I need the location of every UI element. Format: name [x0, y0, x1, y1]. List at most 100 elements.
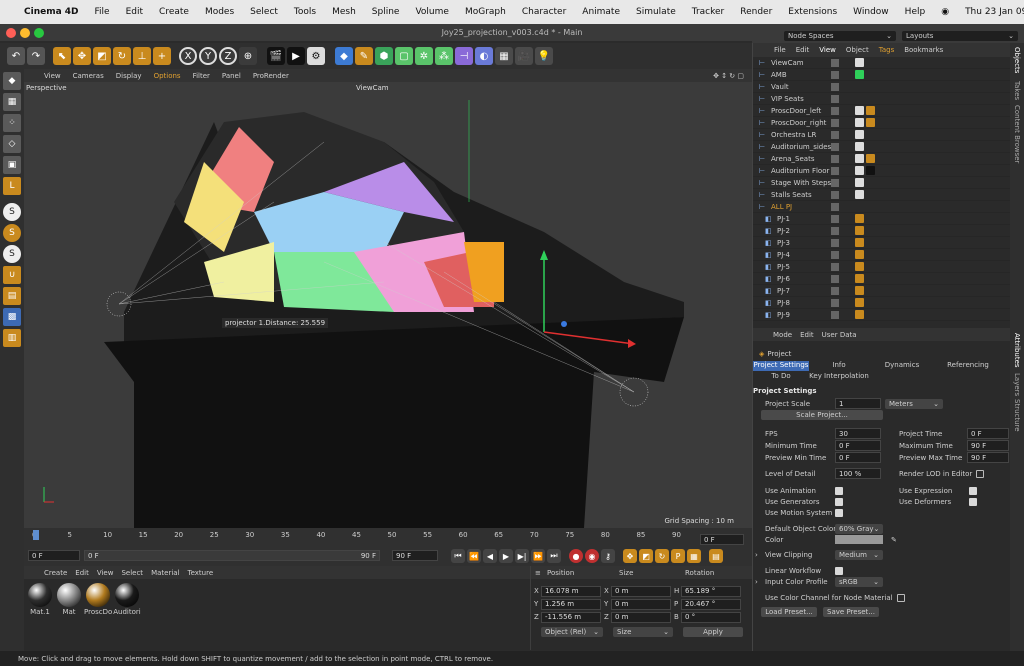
mat-menu-edit[interactable]: Edit	[71, 569, 93, 577]
object-tag-icon[interactable]	[855, 70, 864, 79]
menu-tracker[interactable]: Tracker	[684, 7, 732, 17]
minimize-window-icon[interactable]	[20, 28, 30, 38]
range-slider[interactable]: 0 F 90 F	[84, 550, 380, 561]
object-tag-icon[interactable]	[855, 298, 864, 307]
object-row[interactable]: ◧ PJ-8	[753, 297, 1010, 309]
mat-menu-texture[interactable]: Texture	[184, 569, 218, 577]
use-color-channel-checkbox[interactable]	[896, 593, 905, 602]
object-row[interactable]: ◧ PJ-5	[753, 261, 1010, 273]
rotation-b-field[interactable]: 0 °	[681, 611, 741, 623]
object-row[interactable]: ◧ PJ-7	[753, 285, 1010, 297]
render-view-icon[interactable]: 🎬	[267, 47, 285, 65]
object-tag-icon[interactable]	[866, 106, 875, 115]
menu-mesh[interactable]: Mesh	[324, 7, 364, 17]
object-tag-icon[interactable]	[855, 166, 864, 175]
tab-content-browser[interactable]: Content Browser	[1013, 105, 1021, 163]
menu-mograph[interactable]: MoGraph	[457, 7, 514, 17]
visibility-toggle[interactable]	[831, 226, 839, 235]
object-tag-icon[interactable]	[855, 118, 864, 127]
object-tag-icon[interactable]	[855, 154, 864, 163]
app-menu[interactable]: Cinema 4D	[16, 7, 87, 17]
menu-character[interactable]: Character	[514, 7, 574, 17]
tab-todo[interactable]: To Do	[753, 372, 809, 382]
min-time-field[interactable]: 0 F	[835, 440, 881, 451]
prev-key-icon[interactable]: ⏪	[467, 549, 481, 563]
move-tool-icon[interactable]: ✥	[73, 47, 91, 65]
object-row[interactable]: ⊢ ProscDoor_right	[753, 117, 1010, 129]
mat-menu-view[interactable]: View	[93, 569, 118, 577]
subdivision-icon[interactable]: ⬢	[375, 47, 393, 65]
menu-simulate[interactable]: Simulate	[628, 7, 684, 17]
object-row[interactable]: ⊢ Auditorium_sides	[753, 141, 1010, 153]
visibility-toggle[interactable]	[831, 298, 839, 307]
visibility-toggle[interactable]	[831, 154, 839, 163]
use-animation-checkbox[interactable]	[835, 486, 843, 495]
tab-takes[interactable]: Takes	[1013, 81, 1021, 100]
quantize-icon[interactable]: S	[3, 245, 21, 263]
use-expression-checkbox[interactable]	[969, 486, 977, 495]
visibility-toggle[interactable]	[831, 178, 839, 187]
expand-icon[interactable]: ›	[753, 578, 765, 586]
cloner-icon[interactable]: ✲	[415, 47, 433, 65]
object-tag-icon[interactable]	[855, 274, 864, 283]
object-tag-icon[interactable]	[855, 142, 864, 151]
keyframe-selection-icon[interactable]: ⚷	[601, 549, 615, 563]
close-window-icon[interactable]	[6, 28, 16, 38]
points-mode-icon[interactable]: ⁘	[3, 114, 21, 132]
vp-menu-display[interactable]: Display	[110, 72, 148, 80]
mat-menu-select[interactable]: Select	[117, 569, 147, 577]
mat-menu-material[interactable]: Material	[147, 569, 183, 577]
menu-edit[interactable]: Edit	[118, 7, 151, 17]
scale-field[interactable]: 1	[835, 398, 881, 409]
tab-objects[interactable]: Objects	[1013, 47, 1021, 73]
visibility-toggle[interactable]	[831, 274, 839, 283]
object-row[interactable]: ◧ PJ-4	[753, 249, 1010, 261]
menu-spline[interactable]: Spline	[364, 7, 408, 17]
key-scale-icon[interactable]: ◩	[639, 549, 653, 563]
object-row[interactable]: ⊢ VIP Seats	[753, 93, 1010, 105]
x-axis-lock-icon[interactable]: X	[179, 47, 197, 65]
rotation-p-field[interactable]: 20.467 °	[681, 598, 741, 610]
color-swatch[interactable]	[835, 535, 883, 544]
key-rotation-icon[interactable]: ↻	[655, 549, 669, 563]
node-spaces-select[interactable]: Node Spaces ⌄	[784, 31, 896, 41]
load-preset-button[interactable]: Load Preset...	[761, 607, 817, 617]
vp-menu-prorender[interactable]: ProRender	[247, 72, 295, 80]
vp-menu-options[interactable]: Options	[148, 72, 187, 80]
snap-icon[interactable]: S	[3, 203, 21, 221]
use-generators-checkbox[interactable]	[835, 497, 843, 506]
position-z-field[interactable]: -11.556 m	[541, 611, 601, 623]
material-swatch[interactable]: Mat.1	[26, 583, 54, 616]
texture-mode-icon[interactable]: ▦	[3, 93, 21, 111]
rotate-tool-icon[interactable]: ↻	[113, 47, 131, 65]
material-swatch[interactable]: Mat	[55, 583, 83, 616]
snap-settings-icon[interactable]: S	[3, 224, 21, 242]
zoom-window-icon[interactable]	[34, 28, 44, 38]
visibility-toggle[interactable]	[831, 214, 839, 223]
world-coordinates-icon[interactable]: ⊕	[239, 47, 257, 65]
visibility-toggle[interactable]	[831, 58, 839, 67]
playhead[interactable]	[33, 530, 39, 540]
next-frame-icon[interactable]: ▶|	[515, 549, 529, 563]
play-icon[interactable]: ▶	[499, 549, 513, 563]
render-lod-checkbox[interactable]	[976, 469, 985, 478]
go-start-icon[interactable]: ⏮	[451, 549, 465, 563]
floor-icon[interactable]: ▦	[495, 47, 513, 65]
object-row[interactable]: ⊢ Stalls Seats	[753, 189, 1010, 201]
camera-icon[interactable]: 🎥	[515, 47, 533, 65]
object-tag-icon[interactable]	[866, 118, 875, 127]
end-frame-field[interactable]: 90 F	[392, 550, 438, 561]
object-row[interactable]: ⊢ Arena_Seats	[753, 153, 1010, 165]
coord-mode-select[interactable]: Object (Rel) ⌄	[541, 627, 603, 637]
material-swatch[interactable]: Auditori	[113, 583, 141, 616]
layouts-select[interactable]: Layouts ⌄	[902, 31, 1018, 41]
y-axis-lock-icon[interactable]: Y	[199, 47, 217, 65]
object-tag-icon[interactable]	[855, 178, 864, 187]
object-row[interactable]: ⊢ AMB	[753, 69, 1010, 81]
z-axis-lock-icon[interactable]: Z	[219, 47, 237, 65]
cube-icon[interactable]: ◆	[335, 47, 353, 65]
view-clipping-select[interactable]: Medium ⌄	[835, 549, 883, 560]
vp-menu-filter[interactable]: Filter	[187, 72, 216, 80]
visibility-toggle[interactable]	[831, 106, 839, 115]
redo-icon[interactable]: ↷	[27, 47, 45, 65]
